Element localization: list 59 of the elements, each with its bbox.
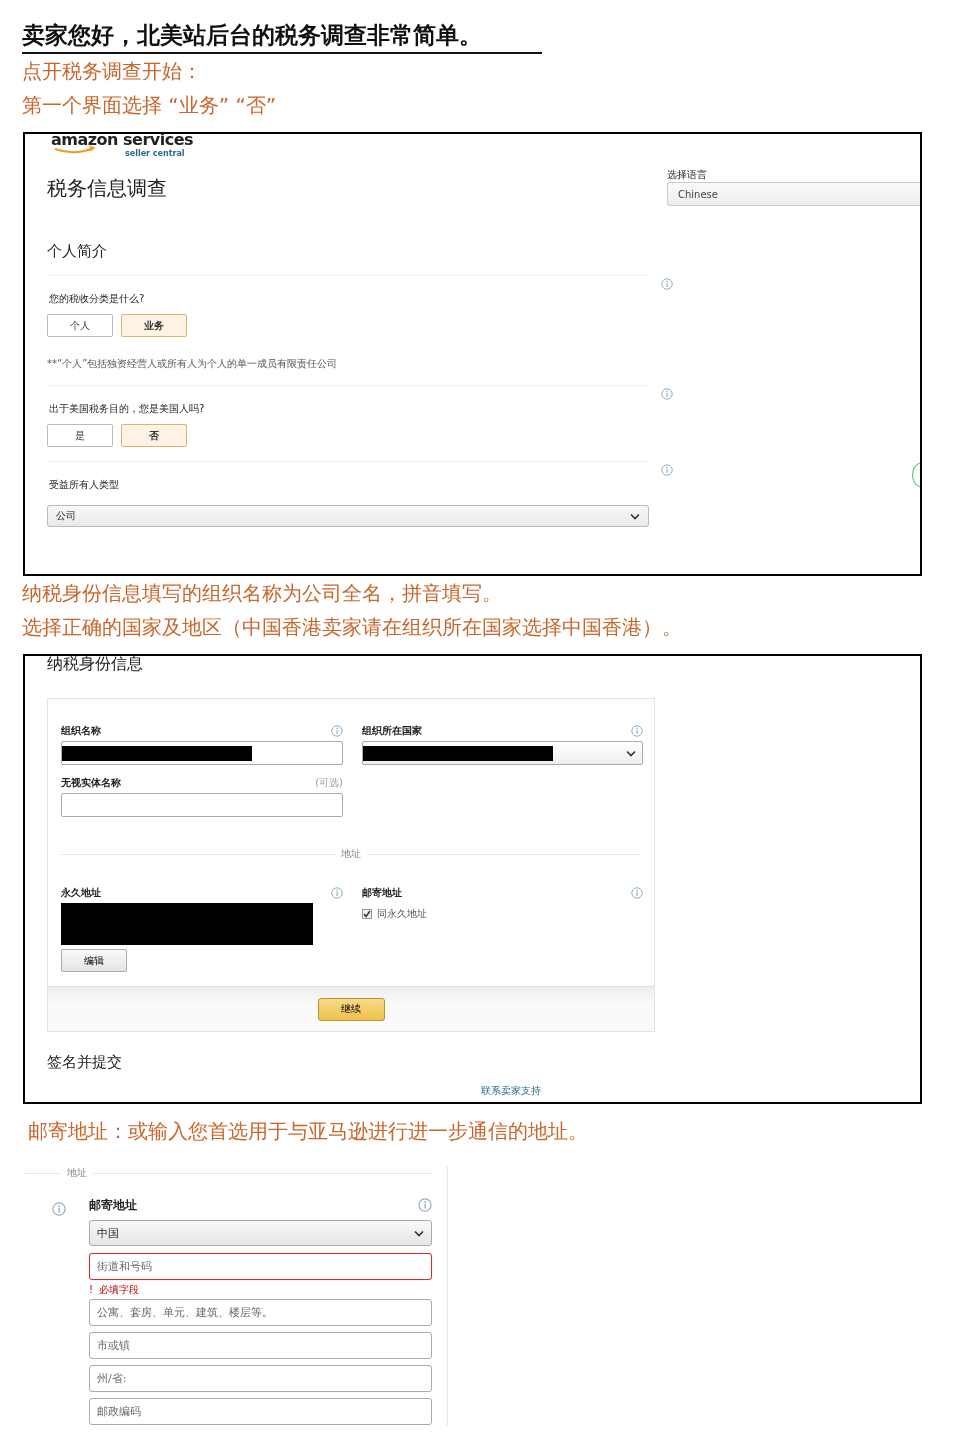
section-title: 纳税身份信息: [47, 656, 144, 674]
option-button[interactable]: 业务: [121, 314, 187, 337]
language-select[interactable]: Chinese: [667, 182, 920, 206]
question-label: 您的税收分类是什么?: [49, 292, 146, 306]
field-label: 组织所在国家: [362, 724, 423, 738]
select-field[interactable]: [362, 741, 643, 765]
checkbox-label: 同永久地址: [377, 907, 427, 921]
edit-button[interactable]: 编辑: [61, 949, 127, 972]
field-label: 邮寄地址: [89, 1198, 138, 1212]
divider-label: 地址: [340, 847, 362, 861]
input-field[interactable]: [61, 741, 343, 765]
field-label: 邮寄地址: [362, 886, 403, 900]
select-field[interactable]: 公司: [47, 505, 649, 527]
question-label: 出于美国税务目的，您是美国人吗?: [49, 402, 206, 416]
chevron-down-icon: [630, 512, 640, 520]
error-message: 必填字段: [99, 1283, 139, 1296]
input-field[interactable]: 街道和号码: [89, 1253, 432, 1280]
option-button[interactable]: 否: [121, 424, 187, 447]
info-icon: [331, 887, 343, 899]
question-label: 受益所有人类型: [49, 478, 120, 492]
instruction-text: 纳税身份信息填写的组织名称为公司全名，拼音填写。: [22, 580, 503, 607]
instruction-text: 选择正确的国家及地区（中国香港卖家请在组织所在国家选择中国香港）。: [22, 614, 683, 641]
option-button[interactable]: 是: [47, 424, 113, 447]
page-title: 税务信息调查: [47, 175, 168, 201]
info-icon: [331, 725, 343, 737]
input-field[interactable]: 州/省:: [89, 1365, 432, 1392]
checkbox[interactable]: [362, 909, 372, 919]
select-field[interactable]: 中国: [89, 1220, 432, 1246]
info-icon: [661, 464, 673, 476]
input-field[interactable]: 市或镇: [89, 1332, 432, 1359]
option-button[interactable]: 个人: [47, 314, 113, 337]
article-title: 卖家您好，北美站后台的税务调查非常简单。: [22, 18, 542, 54]
divider-label: 地址: [66, 1166, 88, 1180]
input-field[interactable]: 邮政编码: [89, 1398, 432, 1425]
instruction-text: 点开税务调查开始：: [22, 58, 203, 85]
chevron-down-icon: [626, 749, 636, 757]
section-title: 个人简介: [47, 241, 108, 261]
info-icon: [418, 1198, 432, 1212]
optional-hint: (可选): [315, 776, 343, 790]
chevron-down-icon: [414, 1229, 424, 1237]
field-label: 选择语言: [667, 168, 708, 182]
instruction-text: 第一个界面选择 “业务” “否”: [22, 92, 278, 119]
info-icon: [661, 388, 673, 400]
error-icon: !: [89, 1283, 93, 1296]
info-icon: [631, 887, 643, 899]
smile-arrow-icon: [53, 146, 97, 154]
field-label: 组织名称: [61, 724, 102, 738]
info-icon: [52, 1202, 66, 1216]
input-field[interactable]: [61, 793, 343, 817]
continue-button[interactable]: 继续: [317, 997, 385, 1021]
instruction-text: 邮寄地址：或输入您首选用于与亚马逊进行进一步通信的地址。: [28, 1118, 589, 1145]
field-label: 永久地址: [61, 886, 102, 900]
info-icon: [631, 725, 643, 737]
footnote-text: **“个人”包括独资经营人或所有人为个人的单一成员有限责任公司: [47, 357, 339, 371]
section-title: 签名并提交: [47, 1052, 123, 1072]
info-icon: [661, 278, 673, 290]
support-link[interactable]: 联系卖家支持: [481, 1084, 541, 1098]
field-label: 无视实体名称: [61, 776, 122, 790]
input-field[interactable]: 公寓、套房、单元、建筑、楼层等。: [89, 1299, 432, 1326]
